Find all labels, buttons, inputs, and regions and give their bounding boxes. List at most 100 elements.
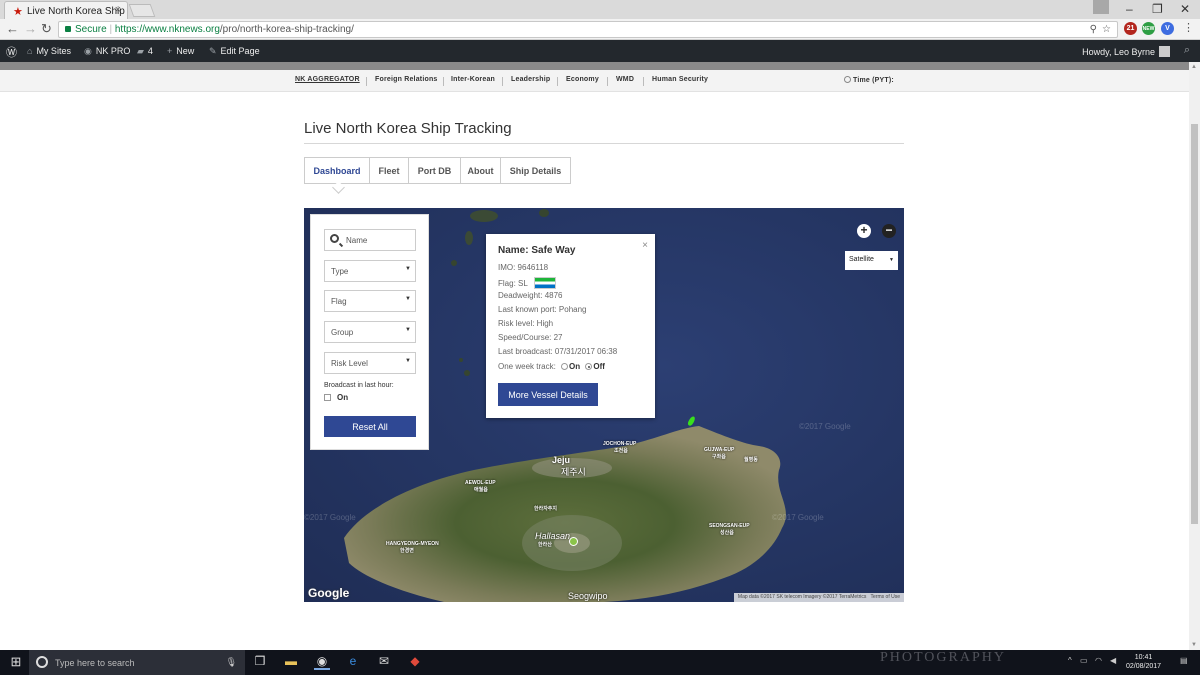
vessel-name: Name: Safe Way <box>498 245 576 256</box>
search-icon <box>330 234 339 243</box>
flag-select[interactable]: Flag ▼ <box>324 290 416 312</box>
comments-link[interactable]: ▰ 4 <box>137 46 153 57</box>
google-logo[interactable]: Google <box>308 586 349 600</box>
zoom-in-icon: + <box>860 223 868 237</box>
close-icon[interactable]: × <box>642 240 648 251</box>
map-watermark: ©2017 Google <box>304 513 356 522</box>
edit-page-link[interactable]: ✎ Edit Page <box>209 46 260 57</box>
map-label-hallasan: Hallasan <box>535 531 571 541</box>
broadcast-on-checkbox[interactable]: On <box>324 393 348 402</box>
nav-separator <box>443 77 444 86</box>
scroll-up-icon[interactable]: ▲ <box>1191 64 1197 70</box>
extension-new-badge: NEW <box>1142 26 1155 32</box>
task-view-icon[interactable]: ❒ <box>252 654 268 670</box>
tab-dashboard[interactable]: Dashboard <box>304 157 370 184</box>
tab-port-db[interactable]: Port DB <box>409 157 461 184</box>
browser-tab-title: Live North Korea Ship Tracking <box>27 6 127 17</box>
reload-icon[interactable]: ↻ <box>41 21 52 37</box>
track-label: One week track: <box>498 362 556 371</box>
chevron-down-icon: ▼ <box>405 296 411 302</box>
maximize-icon[interactable]: ❐ <box>1152 2 1163 16</box>
vessel-risk-level: Risk level: High <box>498 319 554 328</box>
app-icon[interactable]: ◆ <box>407 654 423 670</box>
wp-admin-bar: Ⓦ ⌂ My Sites ◉ NK PRO ▰ 4 + New ✎ Edit Page H… <box>0 40 1200 62</box>
tray-chevron-icon[interactable]: ^ <box>1068 656 1072 665</box>
site-header-bar <box>0 62 1189 70</box>
tab-ship-details[interactable]: Ship Details <box>501 157 571 184</box>
bookmark-star-icon[interactable]: ☆ <box>1102 24 1111 35</box>
nav-wmd[interactable]: WMD <box>616 76 634 83</box>
island <box>470 210 498 222</box>
search-icon[interactable]: ⌕ <box>1184 44 1190 57</box>
tab-fleet[interactable]: Fleet <box>370 157 409 184</box>
nav-nk-aggregator[interactable]: NK AGGREGATOR <box>295 76 360 83</box>
track-on-radio[interactable] <box>561 363 569 370</box>
chrome-app-icon[interactable]: ◉ <box>314 654 330 670</box>
url-path: /pro/north-korea-ship-tracking/ <box>219 24 354 35</box>
terms-link[interactable]: Terms of Use <box>871 594 900 600</box>
new-link[interactable]: + New <box>167 46 194 56</box>
scroll-down-icon[interactable]: ▼ <box>1191 642 1197 648</box>
track-off-radio[interactable] <box>585 363 593 370</box>
close-tab-icon[interactable]: × <box>115 4 121 16</box>
edge-app-icon[interactable]: e <box>345 654 361 670</box>
group-select[interactable]: Group ▼ <box>324 321 416 343</box>
microphone-icon[interactable]: 🎙 <box>226 657 237 668</box>
notifications-icon[interactable]: ▤ <box>1180 656 1188 665</box>
more-vessel-details-button[interactable]: More Vessel Details <box>498 383 598 406</box>
nav-inter-korean[interactable]: Inter-Korean <box>451 76 495 83</box>
park-marker-icon[interactable] <box>569 537 578 546</box>
volume-icon[interactable]: ◀ <box>1110 656 1116 665</box>
minimize-icon[interactable]: – <box>1126 2 1133 16</box>
nav-separator <box>643 77 644 86</box>
page-scrollbar[interactable]: ▲ ▼ <box>1189 62 1200 650</box>
zoom-out-icon: − <box>885 223 893 237</box>
key-icon[interactable]: ⚲ <box>1090 24 1097 35</box>
type-select[interactable]: Type ▼ <box>324 260 416 282</box>
risk-level-select-value: Risk Level <box>331 359 368 368</box>
account-menu[interactable]: Howdy, Leo Byrne <box>1082 46 1170 57</box>
nk-pro-link[interactable]: ◉ NK PRO <box>84 46 130 57</box>
zoom-out-button[interactable]: − <box>882 224 896 238</box>
tab-about[interactable]: About <box>461 157 501 184</box>
wordpress-logo-icon[interactable]: Ⓦ <box>6 44 17 60</box>
windows-start-icon[interactable]: ⊞ <box>8 654 24 670</box>
file-explorer-icon[interactable]: ▬ <box>283 654 299 670</box>
star-favicon-icon: ★ <box>13 6 23 18</box>
new-tab-button[interactable] <box>128 4 156 17</box>
extension-v-icon[interactable]: V <box>1161 22 1174 35</box>
checkbox-icon[interactable] <box>324 394 331 401</box>
battery-icon[interactable]: ▭ <box>1080 656 1088 665</box>
extension-red-icon[interactable]: 21 <box>1124 22 1137 35</box>
vessel-flag-text: Flag: SL <box>498 279 528 288</box>
scroll-thumb[interactable] <box>1191 124 1198 524</box>
network-icon[interactable]: ◠ <box>1095 656 1102 665</box>
profile-icon[interactable] <box>1093 0 1109 14</box>
taskbar-clock[interactable]: 10:41 02/08/2017 <box>1126 653 1161 671</box>
browser-tab[interactable]: ★ Live North Korea Ship Tracking × <box>4 1 128 19</box>
reset-all-button[interactable]: Reset All <box>324 416 416 437</box>
my-sites-link[interactable]: ⌂ My Sites <box>27 46 71 56</box>
secure-label: Secure <box>75 24 107 35</box>
back-icon[interactable]: ← <box>6 21 19 36</box>
nav-leadership[interactable]: Leadership <box>511 76 550 83</box>
address-bar[interactable]: Secure | https://www.nknews.org/pro/nort… <box>58 21 1118 38</box>
nav-human-security[interactable]: Human Security <box>652 76 708 83</box>
mail-app-icon[interactable]: ✉ <box>376 654 392 670</box>
name-search-input[interactable]: Name <box>324 229 416 251</box>
zoom-in-button[interactable]: + <box>857 224 871 238</box>
risk-level-select[interactable]: Risk Level ▼ <box>324 352 416 374</box>
close-window-icon[interactable]: ✕ <box>1180 2 1190 16</box>
taskbar-search[interactable]: Type here to search 🎙 <box>29 650 245 675</box>
map-type-select[interactable]: Satellite ▼ <box>845 251 898 270</box>
vessel-last-port: Last known port: Pohang <box>498 305 587 314</box>
browser-tabstrip: ★ Live North Korea Ship Tracking × – ❐ ✕ <box>0 0 1200 19</box>
forward-icon[interactable]: → <box>24 21 37 36</box>
ship-tracking-map[interactable]: ©2017 Google ©2017 Google ©2017 Google J… <box>304 208 904 602</box>
nav-economy[interactable]: Economy <box>566 76 599 83</box>
map-label-seogwipo: Seogwipo <box>568 591 608 601</box>
island <box>539 209 549 217</box>
chrome-menu-icon[interactable]: ⋮ <box>1183 21 1194 34</box>
nav-foreign-relations[interactable]: Foreign Relations <box>375 76 438 83</box>
extension-new-icon[interactable]: NEW <box>1142 22 1155 35</box>
